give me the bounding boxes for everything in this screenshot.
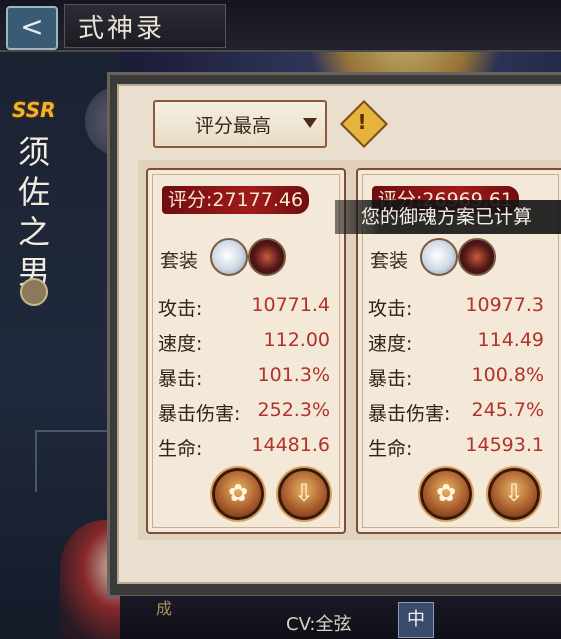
top-bar: < 式神录: [0, 0, 561, 52]
white-hair-mask-icon[interactable]: [420, 238, 458, 276]
stat-value: 114.49: [477, 329, 544, 351]
language-button[interactable]: 中: [398, 602, 434, 638]
stat-value: 101.3%: [257, 364, 330, 386]
stat-value: 10771.4: [251, 294, 330, 316]
stat-row-crit: 暴击: 101.3%: [158, 364, 330, 394]
plan-card[interactable]: 评分:27177.46 套装 攻击: 10771.4 速度: 112.00 暴击…: [146, 168, 346, 534]
set-label: 套装: [370, 250, 409, 272]
stat-row-attack: 攻击: 10771.4: [158, 294, 330, 324]
stat-value: 100.8%: [471, 364, 544, 386]
stat-value: 252.3%: [257, 399, 330, 421]
flower-icon: ✿: [435, 479, 457, 507]
soul-detail-button[interactable]: ✿: [212, 468, 264, 520]
stat-row-crit-damage: 暴击伤害: 245.7%: [368, 399, 544, 429]
stat-name: 攻击:: [368, 298, 413, 320]
stat-name: 速度:: [158, 333, 203, 355]
stat-name: 暴击伤害:: [368, 403, 451, 425]
chevron-down-icon: [303, 118, 317, 128]
stat-name: 暴击伤害:: [158, 403, 241, 425]
equip-plan-button[interactable]: ⇩: [278, 468, 330, 520]
toast-message: 您的御魂方案已计算: [335, 200, 561, 234]
stat-row-hp: 生命: 14481.6: [158, 434, 330, 464]
flower-icon: ✿: [227, 479, 249, 507]
dark-armor-mask-icon[interactable]: [458, 238, 496, 276]
score-banner: 评分:27177.46: [162, 186, 310, 214]
stat-name: 生命:: [158, 438, 203, 460]
stat-value: 245.7%: [471, 399, 544, 421]
stat-row-crit: 暴击: 100.8%: [368, 364, 544, 394]
dark-armor-mask-icon[interactable]: [248, 238, 286, 276]
name-emblem-icon: [20, 278, 48, 306]
stat-name: 攻击:: [158, 298, 203, 320]
page-title: 式神录: [78, 14, 166, 44]
stat-row-crit-damage: 暴击伤害: 252.3%: [158, 399, 330, 429]
white-hair-mask-icon[interactable]: [210, 238, 248, 276]
voice-actor-label: CV:全弦: [286, 614, 352, 635]
stat-row-speed: 速度: 112.00: [158, 329, 330, 359]
soul-detail-button[interactable]: ✿: [420, 468, 472, 520]
stat-name: 暴击:: [368, 368, 413, 390]
stat-value: 112.00: [263, 329, 330, 351]
back-button[interactable]: <: [6, 6, 58, 50]
stat-value: 14481.6: [251, 434, 330, 456]
side-label: 成: [153, 600, 172, 616]
stat-value: 14593.1: [465, 434, 544, 456]
stat-name: 生命:: [368, 438, 413, 460]
sort-dropdown[interactable]: 评分最高: [153, 100, 327, 148]
exclamation-icon: !: [357, 110, 367, 134]
download-icon: ⇩: [503, 479, 525, 507]
shikigami-name-char: 之: [17, 213, 50, 251]
stat-row-speed: 速度: 114.49: [368, 329, 544, 359]
stat-name: 速度:: [368, 333, 413, 355]
stat-row-attack: 攻击: 10977.3: [368, 294, 544, 324]
sort-dropdown-label: 评分最高: [195, 115, 272, 137]
equip-plan-button[interactable]: ⇩: [488, 468, 540, 520]
shikigami-name-char: 佐: [17, 173, 50, 211]
stat-row-hp: 生命: 14593.1: [368, 434, 544, 464]
shikigami-name-char: 须: [17, 133, 50, 171]
set-label: 套装: [160, 250, 199, 272]
rarity-badge: SSR: [12, 98, 56, 122]
download-icon: ⇩: [293, 479, 315, 507]
stat-name: 暴击:: [158, 368, 203, 390]
shikigami-name: 须 佐 之 男: [14, 132, 54, 292]
stat-value: 10977.3: [465, 294, 544, 316]
